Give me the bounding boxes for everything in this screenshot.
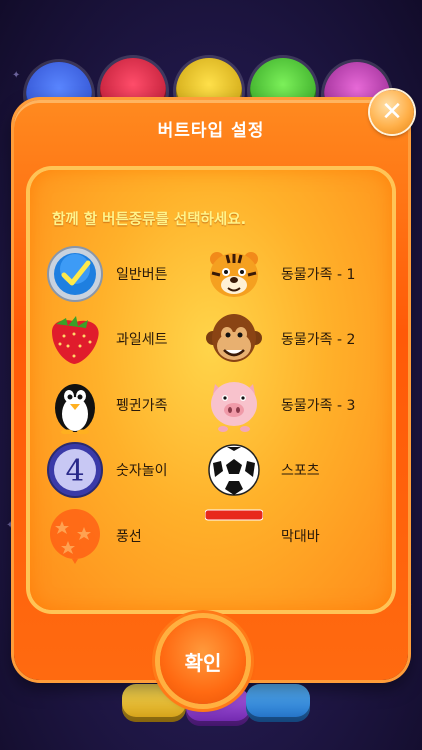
option-animal-family-3[interactable]: 동물가족 - 3 (205, 376, 355, 434)
balloon-icon (46, 507, 104, 565)
bar-icon (205, 507, 263, 565)
option-label: 막대바 (281, 529, 320, 545)
close-icon: ✕ (381, 97, 403, 127)
tiger-icon (205, 245, 263, 303)
option-fruit-set[interactable]: 과일세트 (46, 310, 168, 368)
option-label: 숫자놀이 (116, 463, 168, 479)
option-label: 동물가족 - 3 (281, 398, 356, 414)
number-four-text: 4 (65, 454, 84, 489)
checkmark-button-icon (46, 245, 104, 303)
monkey-icon (205, 310, 263, 368)
option-animal-family-1[interactable]: 동물가족 - 1 (205, 245, 355, 303)
option-label: 과일세트 (116, 332, 168, 348)
option-label: 펭귄가족 (116, 398, 168, 414)
option-animal-family-2[interactable]: 동물가족 - 2 (205, 310, 355, 368)
option-bar[interactable]: 막대바 (205, 507, 320, 565)
option-label: 스포츠 (281, 463, 320, 479)
option-label: 동물가족 - 1 (281, 267, 356, 283)
dialog-title: 버트타입 설정 (157, 121, 265, 141)
option-balloon[interactable]: 풍선 (46, 507, 142, 565)
penguin-icon (46, 376, 104, 434)
background-bottom-blue-button (246, 684, 310, 722)
option-label: 일반버튼 (116, 267, 168, 283)
option-number-play[interactable]: 4 숫자놀이 (46, 441, 168, 499)
soccer-ball-icon (205, 441, 263, 499)
instruction-text: 함께 할 버튼종류를 선택하세요. (52, 212, 247, 228)
strawberry-icon (46, 310, 104, 368)
option-normal-button[interactable]: 일반버튼 (46, 245, 168, 303)
confirm-button[interactable]: 확인 (160, 618, 246, 704)
option-label: 풍선 (116, 529, 142, 545)
option-label: 동물가족 - 2 (281, 332, 356, 348)
close-button[interactable]: ✕ (370, 90, 414, 134)
option-sports[interactable]: 스포츠 (205, 441, 320, 499)
number-four-icon: 4 (46, 441, 104, 499)
star-icon: ✦ (12, 70, 21, 81)
pig-icon (205, 376, 263, 434)
option-penguin-family[interactable]: 펭귄가족 (46, 376, 168, 434)
